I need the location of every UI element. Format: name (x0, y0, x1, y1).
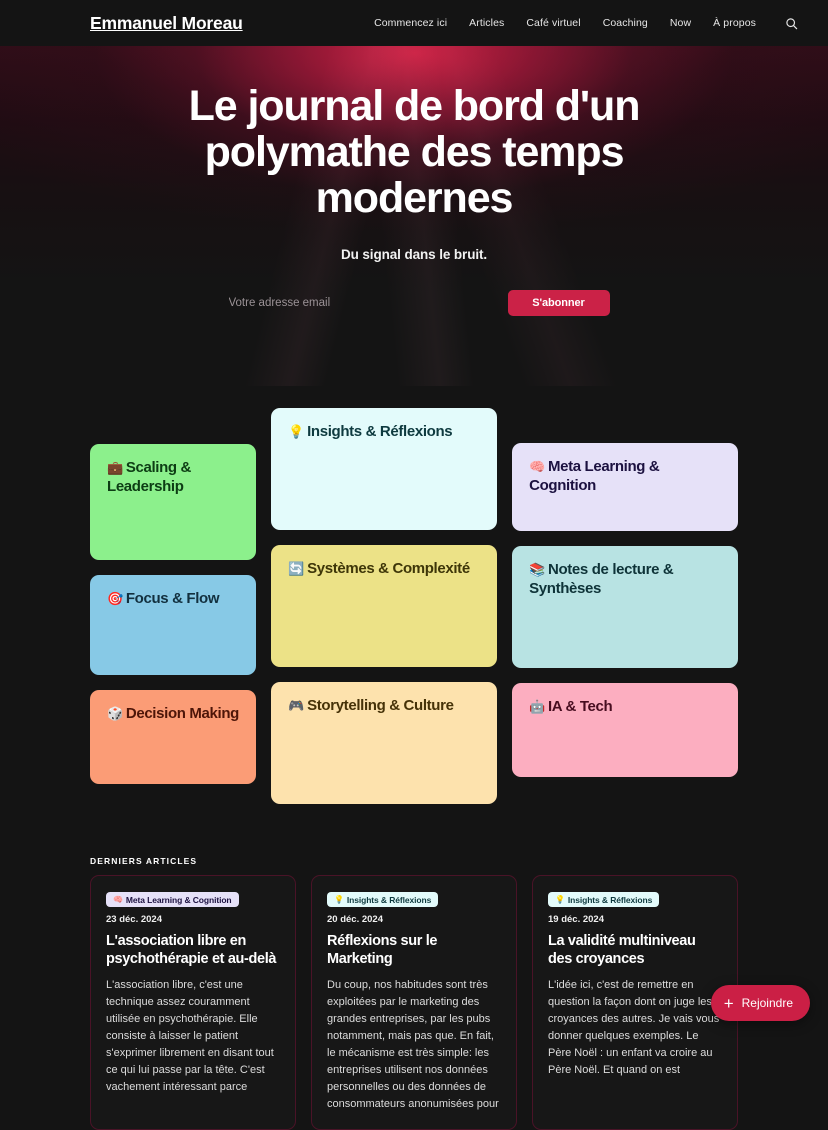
category-card[interactable]: 🔄Systèmes & Complexité (271, 545, 497, 667)
game-controller-icon: 🎮 (288, 698, 304, 713)
nav-link-4[interactable]: Now (670, 17, 691, 29)
category-card[interactable]: 🎮Storytelling & Culture (271, 682, 497, 804)
nav-link-0[interactable]: Commencez ici (374, 17, 447, 29)
article-excerpt: L'idée ici, c'est de remettre en questio… (548, 977, 722, 1079)
dice-icon: 🎲 (107, 706, 123, 721)
category-card-label: 🎮Storytelling & Culture (288, 696, 480, 715)
article-meta: 🧠Meta Learning & Cognition 23 déc. 2024 (106, 892, 280, 925)
article-category-tag-label: Insights & Réflexions (347, 895, 431, 905)
category-card[interactable]: 💡Insights & Réflexions (271, 408, 497, 530)
nav-link-1[interactable]: Articles (469, 17, 504, 29)
refresh-icon: 🔄 (288, 561, 304, 576)
category-card[interactable]: 💼Scaling & Leadership (90, 444, 256, 560)
category-column-2: 💡Insights & Réflexions 🔄Systèmes & Comple… (271, 408, 497, 804)
article-meta: 💡Insights & Réflexions 19 déc. 2024 (548, 892, 722, 925)
article-date: 20 déc. 2024 (327, 914, 383, 925)
category-card[interactable]: 🧠Meta Learning & Cognition (512, 443, 738, 531)
tag-emoji-icon: 🧠 (113, 895, 123, 904)
article-excerpt: Du coup, nos habitudes sont très exploit… (327, 977, 501, 1113)
article-category-tag-label: Meta Learning & Cognition (126, 895, 232, 905)
category-card-label: 🔄Systèmes & Complexité (288, 559, 480, 578)
category-grid: 💼Scaling & Leadership 🎯Focus & Flow 🎲Decis… (0, 408, 828, 804)
category-card-text: Insights & Réflexions (307, 423, 452, 440)
latest-articles-heading: DERNIERS ARTICLES (90, 856, 738, 866)
category-card-label: 🎯Focus & Flow (107, 589, 239, 608)
latest-articles-section: DERNIERS ARTICLES 🧠Meta Learning & Cogni… (0, 856, 828, 1130)
article-title: La validité multiniveau des croyances (548, 933, 722, 969)
briefcase-icon: 💼 (107, 460, 123, 475)
category-card-text: Meta Learning & Cognition (529, 458, 659, 494)
category-card-text: Systèmes & Complexité (307, 560, 470, 577)
nav-link-5[interactable]: À propos (713, 17, 756, 29)
hero-title: Le journal de bord d'un polymathe des te… (134, 83, 694, 221)
category-column-3: 🧠Meta Learning & Cognition 📚Notes de lect… (512, 408, 738, 777)
article-excerpt: L'association libre, c'est une technique… (106, 977, 280, 1096)
join-button-label: Rejoindre (742, 996, 793, 1010)
category-card-label: 📚Notes de lecture & Synthèses (529, 560, 721, 598)
subscribe-form: S'abonner (0, 289, 828, 317)
category-card[interactable]: 📚Notes de lecture & Synthèses (512, 546, 738, 668)
article-title: L'association libre en psychothérapie et… (106, 933, 280, 969)
nav-link-3[interactable]: Coaching (603, 17, 648, 29)
article-card[interactable]: 🧠Meta Learning & Cognition 23 déc. 2024 L'… (90, 875, 296, 1130)
category-column-1: 💼Scaling & Leadership 🎯Focus & Flow 🎲Decis… (90, 408, 256, 784)
article-grid: 🧠Meta Learning & Cognition 23 déc. 2024 L'… (90, 875, 738, 1130)
article-date: 19 déc. 2024 (548, 914, 604, 925)
nav-link-2[interactable]: Café virtuel (526, 17, 580, 29)
article-category-tag[interactable]: 🧠Meta Learning & Cognition (106, 892, 239, 907)
tag-emoji-icon: 💡 (334, 895, 344, 904)
category-card-label: 💡Insights & Réflexions (288, 422, 480, 441)
subscribe-button[interactable]: S'abonner (508, 290, 610, 316)
category-card[interactable]: 🎲Decision Making (90, 690, 256, 784)
category-card-text: Storytelling & Culture (307, 697, 453, 714)
search-icon[interactable] (782, 14, 800, 32)
article-category-tag-label: Insights & Réflexions (568, 895, 652, 905)
brain-icon: 🧠 (529, 459, 545, 474)
article-category-tag[interactable]: 💡Insights & Réflexions (548, 892, 659, 907)
join-floating-button[interactable]: + Rejoindre (711, 985, 810, 1021)
article-title: Réflexions sur le Marketing (327, 933, 501, 969)
books-icon: 📚 (529, 562, 545, 577)
lightbulb-icon: 💡 (288, 424, 304, 439)
category-card-text: Notes de lecture & Synthèses (529, 561, 673, 597)
article-category-tag[interactable]: 💡Insights & Réflexions (327, 892, 438, 907)
category-card[interactable]: 🎯Focus & Flow (90, 575, 256, 675)
category-card-text: Decision Making (126, 705, 239, 722)
article-card[interactable]: 💡Insights & Réflexions 20 déc. 2024 Réflex… (311, 875, 517, 1130)
article-date: 23 déc. 2024 (106, 914, 162, 925)
primary-nav: Commencez ici Articles Café virtuel Coachin… (374, 14, 800, 32)
target-icon: 🎯 (107, 591, 123, 606)
email-input[interactable] (219, 289, 494, 317)
robot-icon: 🤖 (529, 699, 545, 714)
site-brand[interactable]: Emmanuel Moreau (90, 13, 243, 34)
category-card-label: 🧠Meta Learning & Cognition (529, 457, 721, 495)
category-card-label: 💼Scaling & Leadership (107, 458, 239, 496)
article-card[interactable]: 💡Insights & Réflexions 19 déc. 2024 La val… (532, 875, 738, 1130)
category-card-text: IA & Tech (548, 698, 612, 715)
category-card-text: Focus & Flow (126, 590, 219, 607)
tag-emoji-icon: 💡 (555, 895, 565, 904)
plus-icon: + (724, 995, 734, 1012)
category-card-label: 🤖IA & Tech (529, 697, 721, 716)
article-meta: 💡Insights & Réflexions 20 déc. 2024 (327, 892, 501, 925)
site-header: Emmanuel Moreau Commencez ici Articles Caf… (0, 0, 828, 46)
hero-section: Le journal de bord d'un polymathe des te… (0, 46, 828, 386)
category-card-label: 🎲Decision Making (107, 704, 239, 723)
hero-subtitle: Du signal dans le bruit. (0, 247, 828, 262)
category-card[interactable]: 🤖IA & Tech (512, 683, 738, 777)
